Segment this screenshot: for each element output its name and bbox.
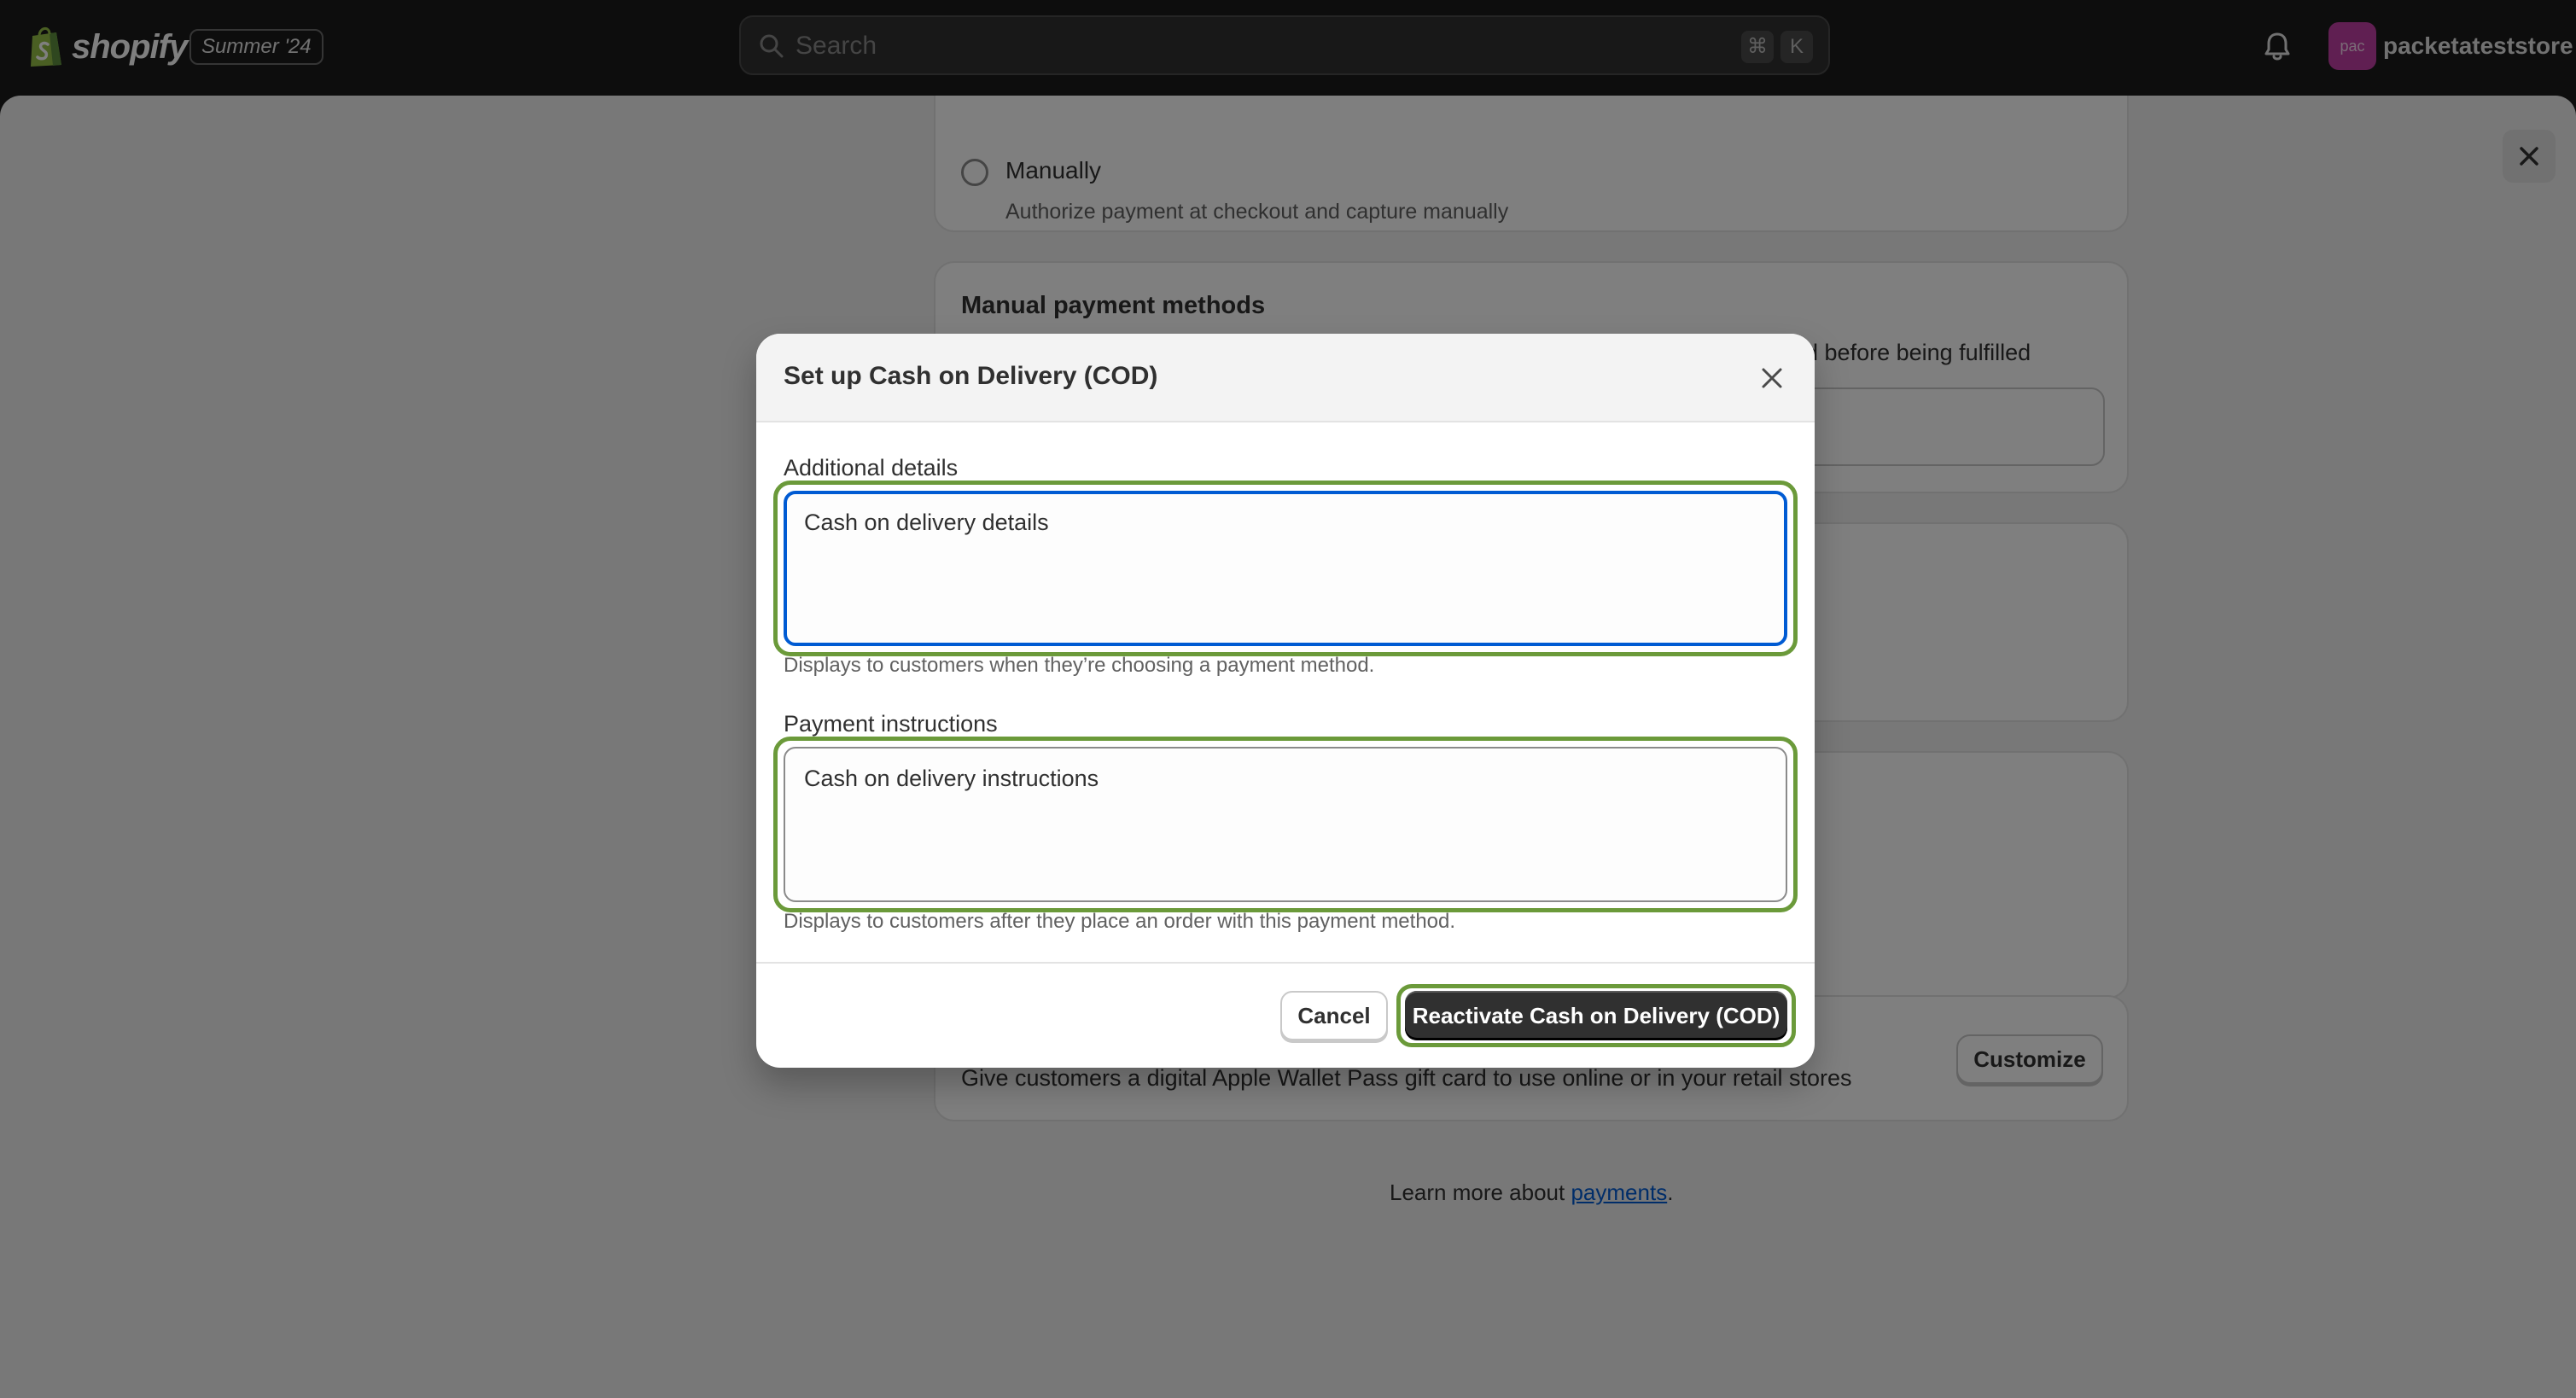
additional-details-help: Displays to customers when they’re choos…	[784, 654, 1375, 677]
cod-setup-modal: Set up Cash on Delivery (COD) Additional…	[756, 334, 1815, 1068]
additional-details-textarea[interactable]: Cash on delivery details	[784, 491, 1787, 646]
modal-title: Set up Cash on Delivery (COD)	[784, 362, 1158, 390]
close-icon[interactable]	[1755, 361, 1789, 395]
payment-instructions-textarea[interactable]: Cash on delivery instructions	[784, 747, 1787, 902]
modal-footer: Cancel Reactivate Cash on Delivery (COD)	[756, 962, 1815, 1068]
reactivate-cod-button[interactable]: Reactivate Cash on Delivery (COD)	[1405, 991, 1787, 1040]
cancel-button[interactable]: Cancel	[1280, 991, 1388, 1040]
additional-details-label: Additional details	[784, 455, 959, 481]
payment-instructions-label: Payment instructions	[784, 711, 998, 737]
modal-header: Set up Cash on Delivery (COD)	[756, 334, 1815, 422]
payment-instructions-help: Displays to customers after they place a…	[784, 910, 1456, 933]
